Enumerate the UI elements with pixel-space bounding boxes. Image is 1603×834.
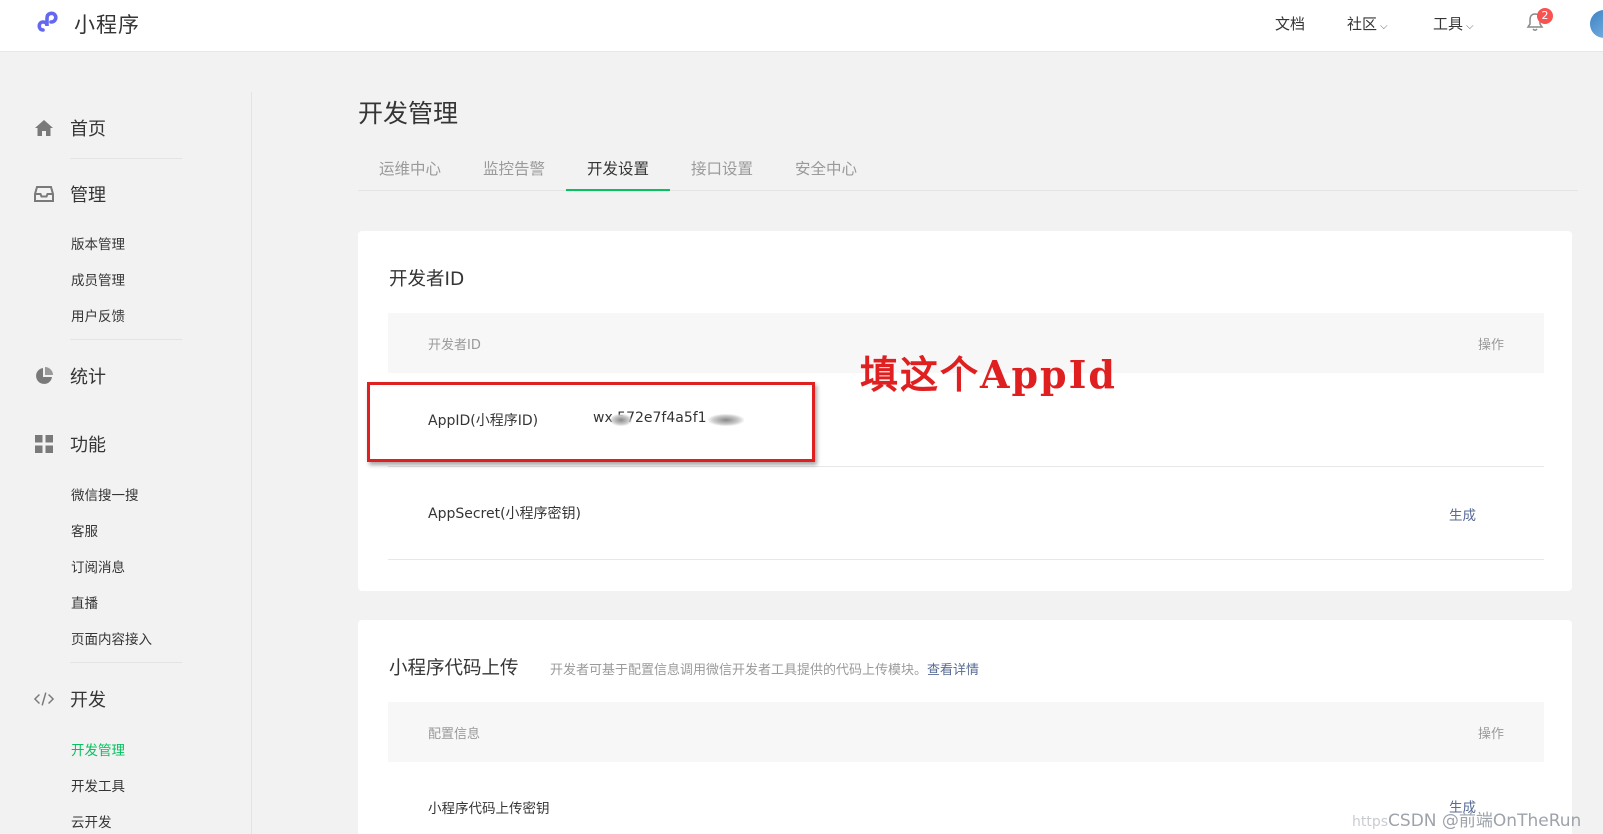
- sidebar-section-stats[interactable]: 统计: [34, 363, 106, 389]
- sidebar-item-dev-management[interactable]: 开发管理: [71, 739, 125, 759]
- code-upload-card: 小程序代码上传 开发者可基于配置信息调用微信开发者工具提供的代码上传模块。查看详…: [358, 620, 1572, 834]
- nav-tools-label: 工具: [1433, 15, 1464, 33]
- column-header-developer-id: 开发者ID: [428, 338, 481, 353]
- sidebar-section-label: 管理: [70, 185, 106, 206]
- home-icon: [34, 118, 54, 138]
- sidebar-item-user-feedback[interactable]: 用户反馈: [71, 305, 125, 325]
- sidebar-item-customer-service[interactable]: 客服: [71, 520, 98, 540]
- tab-ops-center[interactable]: 运维中心: [358, 154, 462, 191]
- sidebar-item-version-management[interactable]: 版本管理: [71, 233, 125, 253]
- notification-badge: 2: [1537, 8, 1553, 24]
- sidebar-section-features[interactable]: 功能: [34, 431, 106, 457]
- card-title: 小程序代码上传: [389, 658, 519, 679]
- nav-tools[interactable]: 工具 ⌵: [1433, 12, 1474, 36]
- tab-interface-settings[interactable]: 接口设置: [670, 154, 774, 191]
- sidebar-divider: [70, 339, 182, 340]
- watermark-prefix: https: [1352, 814, 1389, 830]
- code-icon: [34, 689, 54, 709]
- page-title: 开发管理: [358, 99, 459, 128]
- nav-community-label: 社区: [1347, 15, 1378, 33]
- generate-appsecret-link[interactable]: 生成: [1449, 504, 1476, 524]
- sidebar-item-member-management[interactable]: 成员管理: [71, 269, 125, 289]
- sidebar-section-label: 首页: [70, 119, 106, 140]
- sidebar-item-subscription-messages[interactable]: 订阅消息: [71, 556, 125, 576]
- column-header-action: 操作: [1477, 727, 1504, 742]
- inbox-icon: [34, 184, 54, 204]
- nav-docs-label: 文档: [1275, 15, 1306, 33]
- upload-key-label: 小程序代码上传密钥: [428, 801, 550, 817]
- sidebar-item-page-content[interactable]: 页面内容接入: [71, 628, 152, 648]
- logo[interactable]: 小程序: [34, 6, 140, 42]
- logo-text: 小程序: [74, 13, 140, 37]
- sidebar-item-cloud-dev[interactable]: 云开发: [71, 811, 112, 831]
- row-divider: [388, 559, 1544, 560]
- nav-community[interactable]: 社区 ⌵: [1347, 12, 1388, 36]
- card-description: 开发者可基于配置信息调用微信开发者工具提供的代码上传模块。查看详情: [550, 659, 979, 678]
- sidebar-section-label: 统计: [70, 367, 106, 388]
- watermark-text: CSDN @前端OnTheRun: [1388, 811, 1582, 831]
- sidebar-section-label: 开发: [70, 690, 106, 711]
- tab-dev-settings[interactable]: 开发设置: [566, 154, 670, 191]
- sidebar-section-label: 功能: [70, 435, 106, 456]
- annotation-text: 填这个AppId: [860, 352, 1117, 397]
- tab-monitoring-alerts[interactable]: 监控告警: [462, 154, 566, 191]
- chevron-down-icon: ⌵: [1466, 21, 1474, 32]
- view-details-link[interactable]: 查看详情: [927, 663, 979, 678]
- card-description-text: 开发者可基于配置信息调用微信开发者工具提供的代码上传模块。: [550, 663, 928, 678]
- appsecret-label: AppSecret(小程序密钥): [428, 506, 582, 522]
- sidebar-item-wechat-search[interactable]: 微信搜一搜: [71, 484, 139, 504]
- row-divider: [388, 466, 1544, 467]
- highlight-box: [367, 382, 815, 462]
- sidebar-item-dev-tools[interactable]: 开发工具: [71, 775, 125, 795]
- chevron-down-icon: ⌵: [1380, 21, 1388, 32]
- grid-icon: [34, 434, 54, 454]
- tab-security-center[interactable]: 安全中心: [774, 154, 878, 191]
- watermark: httpsCSDN @前端OnTheRun: [1352, 806, 1581, 831]
- sidebar-section-manage[interactable]: 管理: [34, 181, 106, 207]
- sidebar-section-dev[interactable]: 开发: [34, 686, 106, 712]
- column-header-action: 操作: [1477, 338, 1504, 353]
- sidebar-section-home[interactable]: 首页: [34, 115, 106, 141]
- table-header: 配置信息 操作: [388, 702, 1544, 762]
- sidebar-divider: [251, 92, 252, 834]
- pie-chart-icon: [34, 366, 54, 386]
- miniprogram-logo-icon: [34, 6, 66, 42]
- sidebar-divider: [70, 662, 182, 663]
- avatar[interactable]: [1590, 10, 1603, 38]
- nav-docs[interactable]: 文档: [1275, 12, 1305, 36]
- column-header-config: 配置信息: [428, 727, 481, 742]
- card-title: 开发者ID: [389, 269, 465, 290]
- top-bar: 小程序 文档 社区 ⌵ 工具 ⌵ 2: [0, 0, 1603, 52]
- tab-bar: 运维中心 监控告警 开发设置 接口设置 安全中心: [358, 154, 1578, 191]
- sidebar-divider: [70, 158, 182, 159]
- sidebar-item-live[interactable]: 直播: [71, 592, 98, 612]
